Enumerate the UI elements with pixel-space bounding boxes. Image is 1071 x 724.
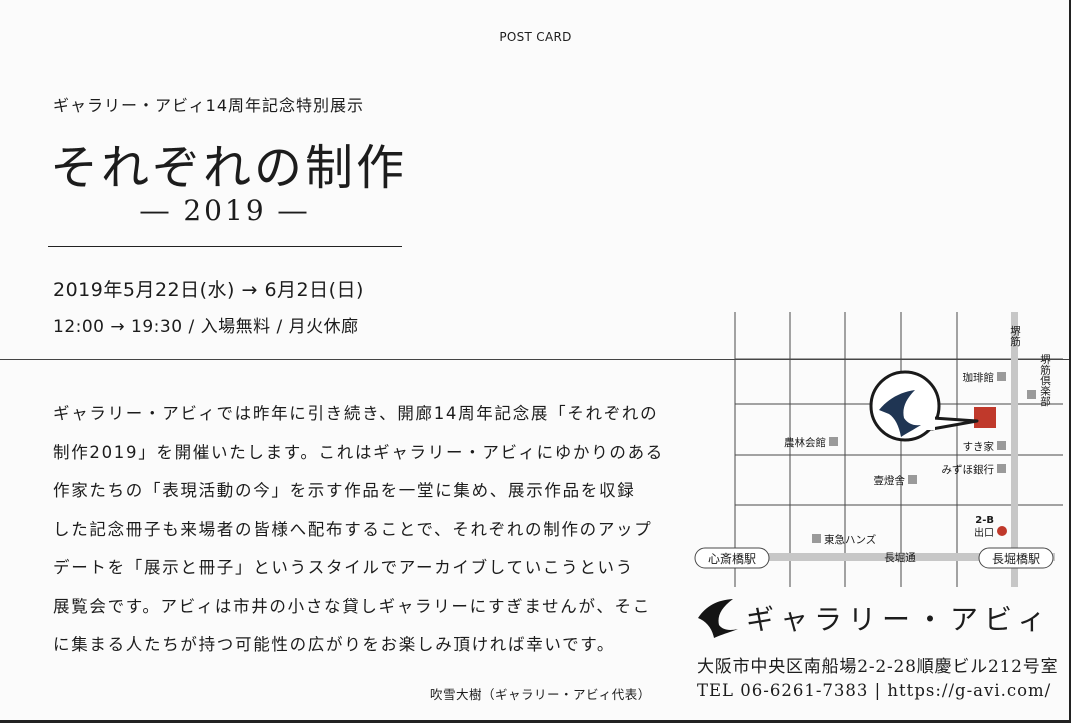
exhibition-dates: 2019年5月22日(水) → 6月2日(日) bbox=[53, 279, 364, 301]
postcard-label: POST CARD bbox=[499, 30, 572, 44]
description-line: ギャラリー・アビィでは昨年に引き続き、開廊14周年記念展「それぞれの bbox=[53, 404, 659, 423]
sukiya-marker bbox=[997, 441, 1006, 450]
description-line: 作家たちの「表現活動の今」を示す作品を一堂に集め、展示作品を収録 bbox=[53, 481, 636, 500]
gallery-location-marker bbox=[974, 407, 996, 428]
sakaisuji-club-marker bbox=[1027, 390, 1036, 399]
tokyu-hands-label: 東急ハンズ bbox=[824, 533, 876, 546]
norin-label: 農林会館 bbox=[784, 436, 826, 449]
sukiya-label: すき家 bbox=[963, 440, 995, 453]
sakaisuji-club-label: 堺筋倶楽部 bbox=[1039, 354, 1051, 407]
exhibition-subtitle: ギャラリー・アビィ14周年記念特別展示 bbox=[53, 96, 365, 115]
norin-marker bbox=[829, 437, 838, 446]
signature: 吹雪大樹（ギャラリー・アビィ代表） bbox=[430, 687, 651, 702]
svg-text:心斎橋駅: 心斎橋駅 bbox=[708, 551, 756, 566]
description-line: 制作2019」を開催いたします。これはギャラリー・アビィにゆかりのある bbox=[53, 442, 665, 462]
itoya-label: 壹燈舎 bbox=[874, 474, 906, 487]
tokyu-hands-marker bbox=[812, 534, 821, 543]
mizuho-marker bbox=[997, 464, 1006, 473]
exhibition-year: ― 2019 ― bbox=[140, 194, 310, 227]
description-line: に集まる人たちが持つ可能性の広がりをお楽しみ頂ければ幸いです。 bbox=[53, 635, 616, 654]
nagahoribashi-station: 長堀橋駅 bbox=[978, 547, 1054, 569]
gallery-logo-icon bbox=[698, 599, 738, 638]
description-line: した記念冊子も来場者の皆様へ配布することで、それぞれの制作のアップ bbox=[53, 519, 653, 539]
access-map: 堺筋 堺筋倶楽部 珈琲館 すき家 みずほ銀行 農林会館 壹燈舎 東急ハンズ 長堀… bbox=[694, 312, 1063, 587]
description-line: 展覧会です。アビィは市井の小さな貸しギャラリーにすぎませんが、そこ bbox=[53, 596, 651, 616]
itoya-marker bbox=[908, 475, 917, 484]
sakaisuji-road bbox=[1011, 312, 1018, 587]
nagahori-dori-label: 長堀通 bbox=[884, 552, 916, 564]
exit-label: 出口 bbox=[974, 526, 994, 539]
description: ギャラリー・アビィでは昨年に引き続き、開廊14周年記念展「それぞれの 制作201… bbox=[53, 400, 665, 670]
sakaisuji-label: 堺筋 bbox=[1009, 326, 1021, 348]
shinsaibashi-station: 心斎橋駅 bbox=[694, 547, 770, 569]
exit-number: 2-B bbox=[975, 515, 994, 526]
gallery-name: ギャラリー・アビィ bbox=[746, 603, 1052, 636]
gallery-callout bbox=[869, 370, 979, 442]
coffee-label: 珈琲館 bbox=[963, 371, 995, 384]
gallery-contact: TEL 06-6261-7383 | https://g-avi.com/ bbox=[697, 681, 1052, 700]
mizuho-label: みずほ銀行 bbox=[942, 463, 995, 476]
exhibition-hours: 12:00 → 19:30 / 入場無料 / 月火休廊 bbox=[53, 317, 359, 337]
title-divider bbox=[48, 246, 402, 247]
gallery-address: 大阪市中央区南船場2-2-28順慶ビル212号室 bbox=[697, 657, 1059, 677]
description-line: デートを「展示と冊子」というスタイルでアーカイブしていこうという bbox=[53, 558, 634, 577]
exhibition-title: それぞれの制作 bbox=[50, 140, 408, 196]
coffee-marker bbox=[997, 372, 1006, 381]
subway-exit-marker bbox=[997, 526, 1007, 536]
postcard: POST CARD ギャラリー・アビィ14周年記念特別展示 それぞれの制作 ― … bbox=[0, 0, 1071, 723]
svg-text:長堀橋駅: 長堀橋駅 bbox=[992, 551, 1040, 566]
